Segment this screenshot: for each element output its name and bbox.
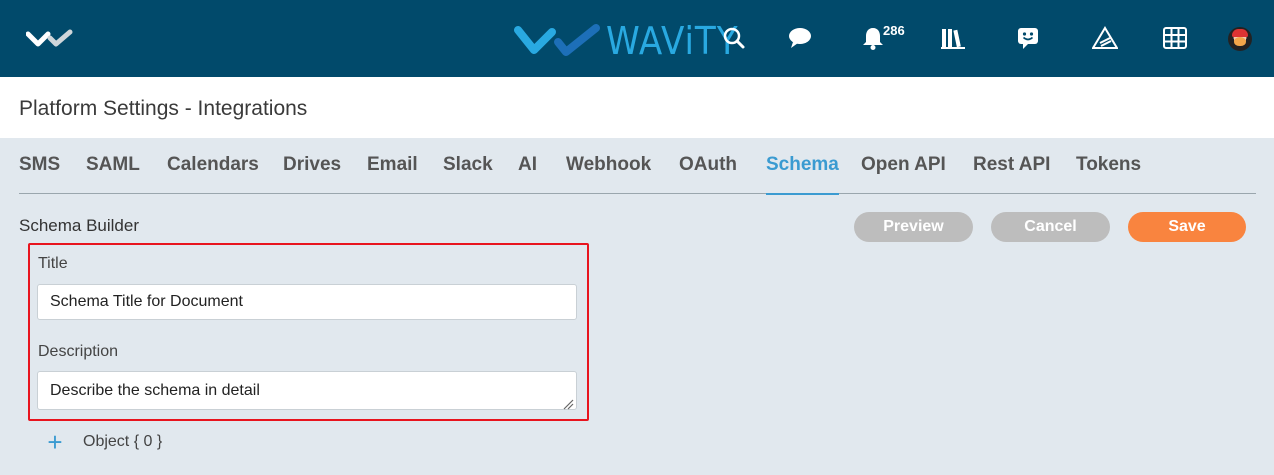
- tab-sms[interactable]: SMS: [19, 154, 60, 176]
- plus-icon[interactable]: +: [45, 429, 65, 455]
- grid-icon[interactable]: [1162, 25, 1188, 51]
- chat-icon[interactable]: [787, 25, 813, 51]
- top-navigation-bar: WAViTY 286: [0, 0, 1274, 77]
- brand-logo[interactable]: WAViTY: [514, 19, 753, 63]
- resize-grip-icon[interactable]: [562, 397, 574, 415]
- road-icon[interactable]: [1092, 25, 1118, 51]
- title-label: Title: [38, 255, 68, 272]
- page-title: Platform Settings - Integrations: [19, 97, 308, 120]
- feedback-icon[interactable]: [1015, 25, 1041, 51]
- save-button[interactable]: Save: [1128, 212, 1246, 242]
- tab-webhook[interactable]: Webhook: [566, 154, 651, 176]
- tab-drives[interactable]: Drives: [283, 154, 341, 176]
- add-object-row[interactable]: + Object { 0 }: [45, 429, 163, 455]
- tab-slack[interactable]: Slack: [443, 154, 493, 176]
- avatar[interactable]: [1228, 27, 1252, 51]
- description-textarea[interactable]: Describe the schema in detail: [37, 371, 577, 410]
- corner-logo-icon[interactable]: [25, 28, 76, 53]
- object-label: Object { 0 }: [83, 433, 163, 450]
- search-icon[interactable]: [721, 25, 747, 51]
- integration-tabs: SMS SAML Calendars Drives Email Slack AI…: [19, 138, 1256, 195]
- schema-builder-heading: Schema Builder: [19, 216, 140, 235]
- tab-saml[interactable]: SAML: [86, 154, 140, 176]
- tab-tokens[interactable]: Tokens: [1076, 154, 1141, 176]
- tab-ai[interactable]: AI: [518, 154, 537, 176]
- notification-count-badge[interactable]: 286: [883, 23, 905, 38]
- tab-rest-api[interactable]: Rest API: [973, 154, 1050, 176]
- title-input[interactable]: [37, 284, 577, 320]
- tab-email[interactable]: Email: [367, 154, 418, 176]
- library-icon[interactable]: [940, 25, 966, 51]
- tab-calendars[interactable]: Calendars: [167, 154, 259, 176]
- tab-open-api[interactable]: Open API: [861, 154, 946, 176]
- brand-mark-icon: [514, 24, 600, 56]
- cancel-button[interactable]: Cancel: [991, 212, 1110, 242]
- brand-name: WAViTY: [606, 19, 739, 63]
- preview-button[interactable]: Preview: [854, 212, 973, 242]
- page-header: Platform Settings - Integrations: [0, 77, 1274, 138]
- description-label: Description: [38, 343, 119, 360]
- tab-schema[interactable]: Schema: [766, 154, 839, 195]
- tab-oauth[interactable]: OAuth: [679, 154, 737, 176]
